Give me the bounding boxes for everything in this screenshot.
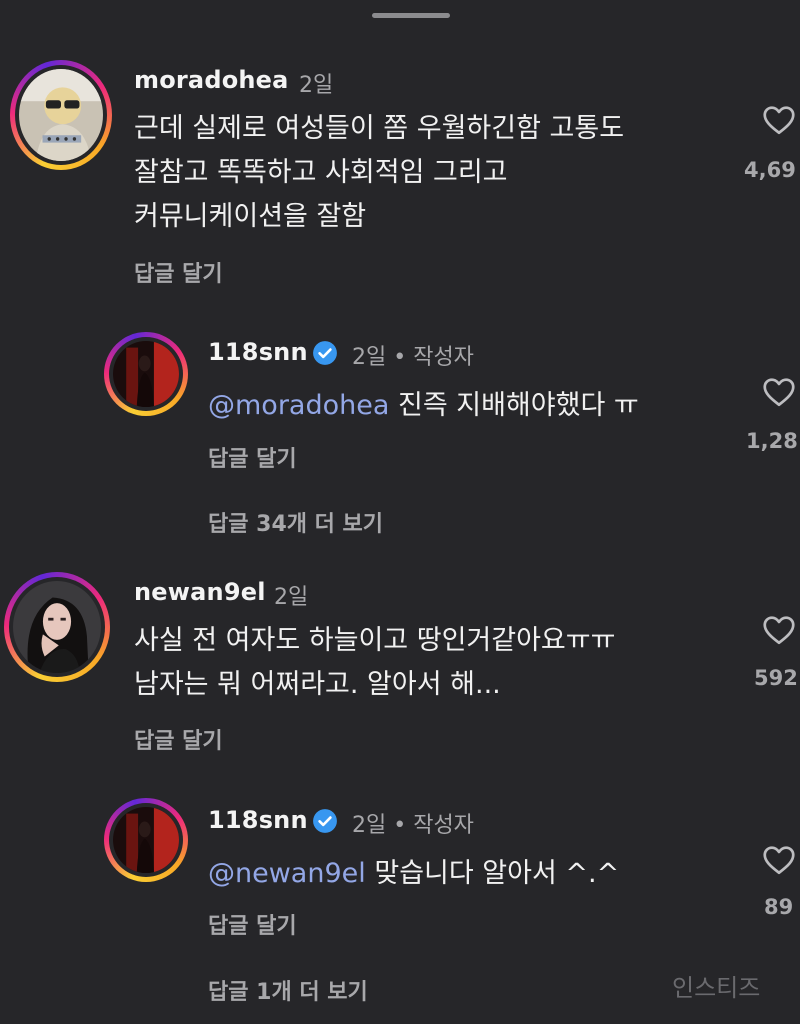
reply-time: 2일 • 작성자 xyxy=(352,345,474,370)
comment-username[interactable]: moradohea xyxy=(134,66,289,94)
view-more-replies-button[interactable]: 답글 34개 더 보기 xyxy=(208,506,383,538)
reply-username[interactable]: 118snn xyxy=(208,338,308,366)
comment-text: 근데 실제로 여성들이 쫌 우월하긴함 고통도 잘참고 똑똑하고 사회적임 그리… xyxy=(134,107,624,239)
reply-button[interactable]: 답글 달기 xyxy=(134,723,223,755)
reply-text: @newan9el 맞습니다 알아서 ^.^ xyxy=(208,852,619,896)
heart-outline-icon[interactable] xyxy=(760,102,798,138)
site-watermark: 인스티즈 xyxy=(672,974,761,1002)
mention-link[interactable]: @moradohea xyxy=(208,390,389,421)
like-count: 89 xyxy=(764,895,794,919)
avatar[interactable] xyxy=(104,332,188,416)
comment-username[interactable]: newan9el xyxy=(134,578,266,606)
reply-text-content: 맞습니다 알아서 ^.^ xyxy=(365,858,620,889)
comment-time: 2일 xyxy=(299,73,334,98)
heart-outline-icon[interactable] xyxy=(760,612,798,648)
avatar-photo-woman xyxy=(13,581,101,673)
view-more-replies-button[interactable]: 답글 1개 더 보기 xyxy=(208,974,368,1006)
heart-outline-icon[interactable] xyxy=(760,842,798,878)
like-count: 592 xyxy=(754,666,798,690)
comment-text: 사실 전 여자도 하늘이고 땅인거같아요ㅠㅠ 남자는 뭐 어쩌라고. 알아서 해… xyxy=(134,619,615,707)
verified-badge-icon xyxy=(313,809,337,833)
sheet-drag-handle[interactable] xyxy=(372,13,450,18)
mention-link[interactable]: @newan9el xyxy=(208,858,366,889)
reply-text: @moradohea 진즉 지배해야했다 ㅠ xyxy=(208,384,639,428)
avatar[interactable] xyxy=(4,572,110,682)
comment-text-line: 잘참고 똑똑하고 사회적임 그리고 xyxy=(134,157,508,188)
heart-outline-icon[interactable] xyxy=(760,374,798,410)
reply-text-content: 진즉 지배해야했다 ㅠ xyxy=(389,390,639,421)
reply-button[interactable]: 답글 달기 xyxy=(208,908,297,940)
avatar[interactable] xyxy=(104,798,188,882)
reply-button[interactable]: 답글 달기 xyxy=(134,256,223,288)
reply-time: 2일 • 작성자 xyxy=(352,813,474,838)
comment-text-line: 사실 전 여자도 하늘이고 땅인거같아요ㅠㅠ xyxy=(134,625,616,656)
avatar-photo-dark-red xyxy=(113,807,179,873)
verified-badge-icon xyxy=(313,341,337,365)
reply-username[interactable]: 118snn xyxy=(208,806,308,834)
comment-text-line: 커뮤니케이션을 잘함 xyxy=(134,201,367,232)
avatar-photo-dark-red xyxy=(113,341,179,407)
comments-sheet: moradohea 2일 근데 실제로 여성들이 쫌 우월하긴함 고통도 잘참고… xyxy=(0,0,800,1024)
comment-time: 2일 xyxy=(274,585,309,610)
avatar[interactable] xyxy=(10,60,112,170)
avatar-photo-costume xyxy=(19,69,103,161)
like-count: 4,69 xyxy=(744,158,796,182)
comment-text-line: 남자는 뭐 어쩌라고. 알아서 해... xyxy=(134,669,501,700)
reply-button[interactable]: 답글 달기 xyxy=(208,441,297,473)
comment-text-line: 근데 실제로 여성들이 쫌 우월하긴함 고통도 xyxy=(134,113,625,144)
like-count: 1,28 xyxy=(746,429,798,453)
